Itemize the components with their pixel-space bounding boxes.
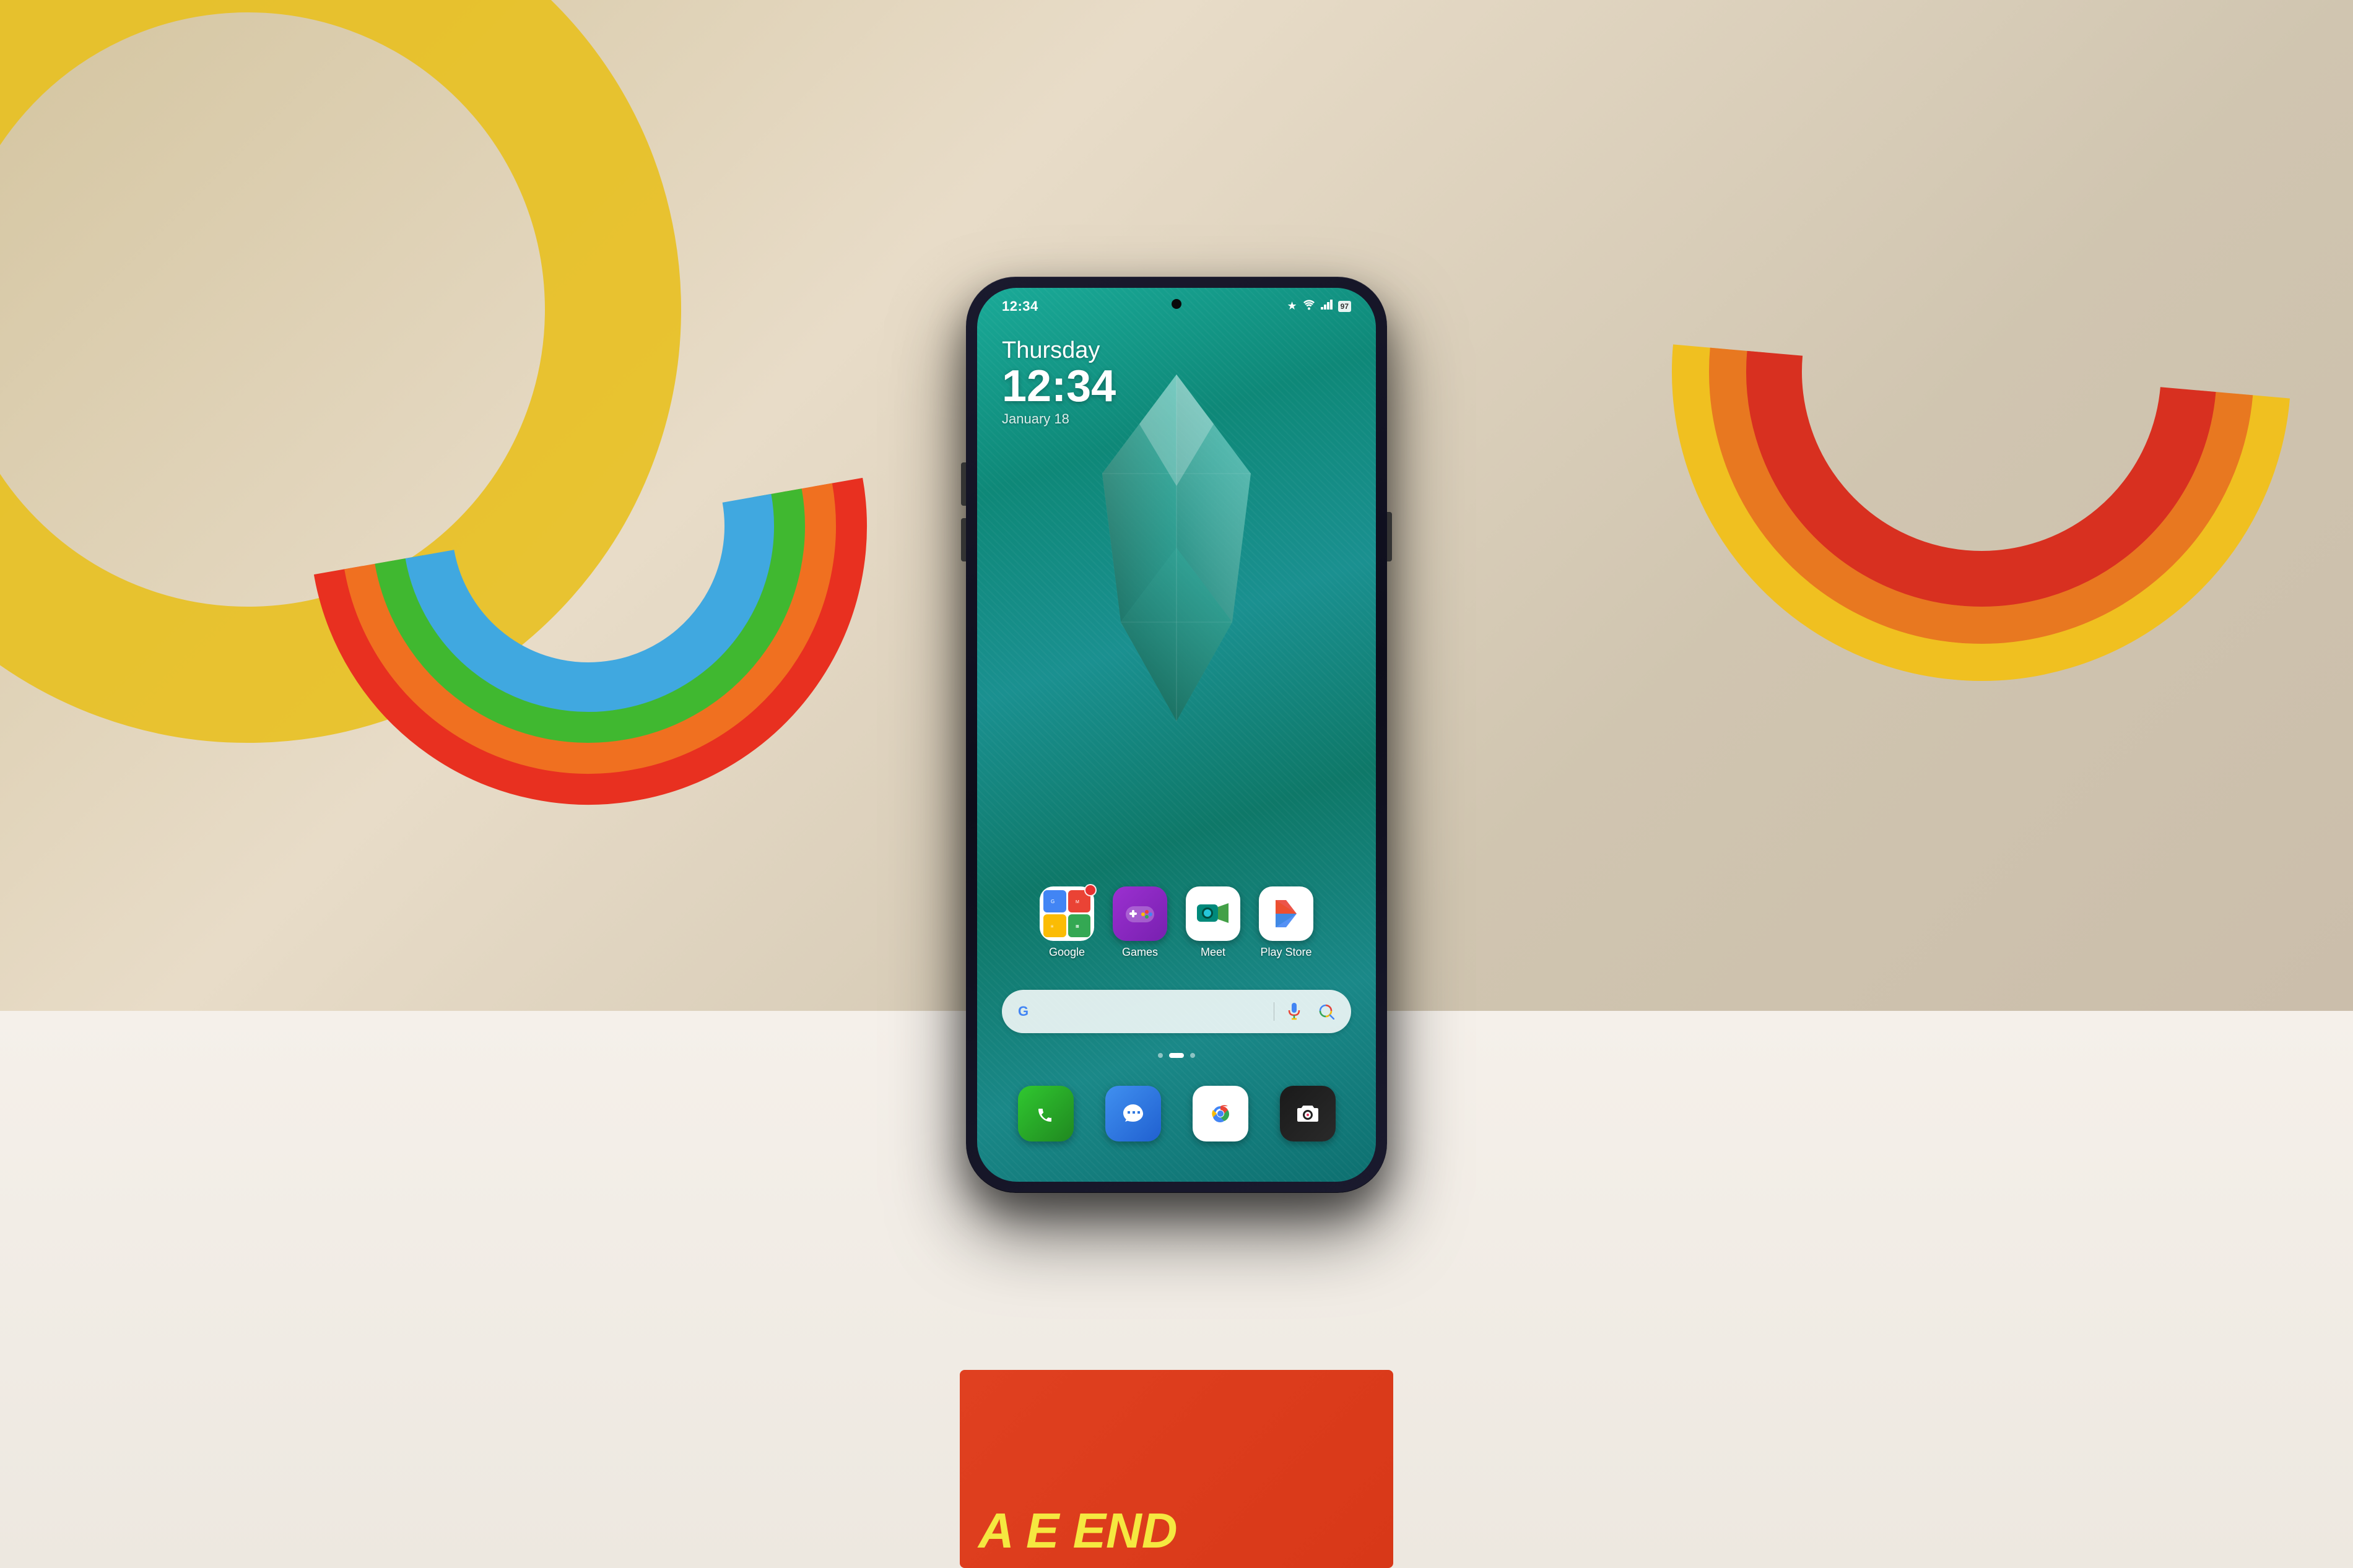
svg-text:⊞: ⊞ (1051, 925, 1053, 929)
apps-row: G M ⊞ ▦ (977, 886, 1376, 959)
phone-body: 12:34 ★ (966, 277, 1387, 1193)
svg-text:G: G (1018, 1003, 1029, 1019)
dock-chrome-icon[interactable] (1193, 1086, 1248, 1141)
date-time-widget: Thursday 12:34 January 18 (1002, 337, 1116, 427)
play-store-app-label: Play Store (1260, 946, 1311, 959)
dock-phone-icon[interactable] (1018, 1086, 1074, 1141)
google-app-label: Google (1049, 946, 1085, 959)
app-dock (1002, 1076, 1351, 1151)
meet-app-label: Meet (1201, 946, 1225, 959)
wifi-icon (1302, 299, 1316, 313)
google-folder-icon[interactable]: G M ⊞ ▦ (1040, 886, 1094, 941)
dock-messages-icon[interactable] (1105, 1086, 1161, 1141)
svg-text:▦: ▦ (1076, 925, 1079, 929)
page-indicator (1158, 1053, 1195, 1058)
book-prop: A E END (960, 1370, 1393, 1568)
app-google[interactable]: G M ⊞ ▦ (1040, 886, 1094, 959)
svg-text:G: G (1051, 899, 1055, 904)
date-subtitle: January 18 (1002, 411, 1116, 427)
search-bar[interactable]: G (1002, 990, 1351, 1033)
page-dot-3 (1190, 1053, 1195, 1058)
app-play-store[interactable]: Play Store (1259, 886, 1313, 959)
phone-device: 12:34 ★ (966, 277, 1387, 1193)
power-button[interactable] (1387, 512, 1392, 561)
time-display-large: 12:34 (1002, 364, 1116, 409)
rainbow-arcs-left (310, 248, 867, 805)
play-store-icon[interactable] (1259, 886, 1313, 941)
lens-icon[interactable] (1314, 999, 1339, 1024)
app-meet[interactable]: Meet (1186, 886, 1240, 959)
battery-icon: 97 (1338, 301, 1351, 312)
rainbow-arcs-right (1672, 62, 2291, 681)
phone-screen: 12:34 ★ (977, 288, 1376, 1182)
volume-down-button[interactable] (961, 518, 966, 561)
volume-up-button[interactable] (961, 462, 966, 506)
games-icon[interactable] (1113, 886, 1167, 941)
svg-text:M: M (1076, 900, 1079, 904)
mic-icon[interactable] (1282, 999, 1307, 1024)
status-time: 12:34 (1002, 298, 1038, 314)
page-dot-2-active (1169, 1053, 1184, 1058)
day-name: Thursday (1002, 337, 1116, 364)
bluetooth-icon: ★ (1287, 300, 1297, 313)
dock-camera-icon[interactable] (1280, 1086, 1336, 1141)
games-app-label: Games (1122, 946, 1158, 959)
app-games[interactable]: Games (1113, 886, 1167, 959)
status-icons: ★ (1287, 299, 1352, 313)
signal-icon (1321, 300, 1333, 313)
notification-badge (1084, 884, 1097, 896)
front-camera (1172, 299, 1181, 309)
page-dot-1 (1158, 1053, 1163, 1058)
book-text: A E END (978, 1506, 1178, 1556)
meet-icon[interactable] (1186, 886, 1240, 941)
google-g-logo: G (1014, 999, 1039, 1024)
